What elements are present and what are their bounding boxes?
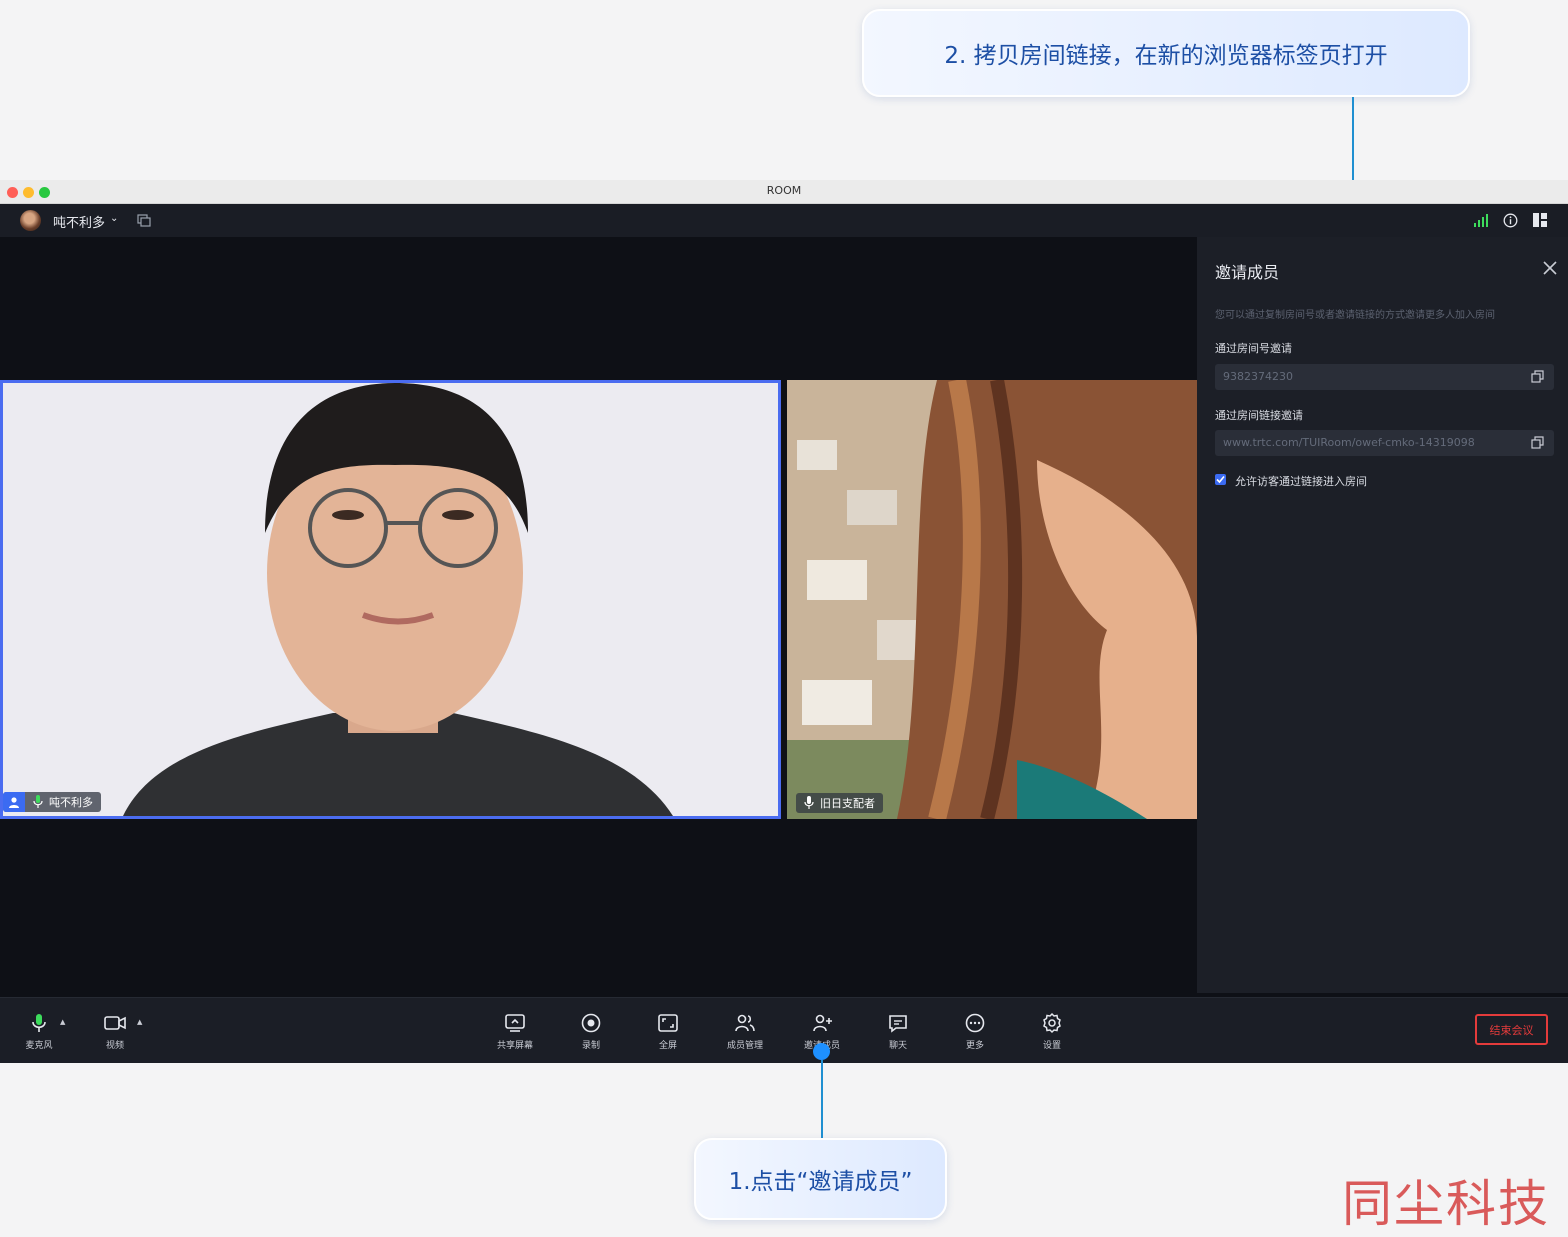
video-camera-icon [104,1016,126,1030]
room-id-field[interactable]: 9382374230 [1215,364,1554,390]
participant-video-man [3,383,778,816]
meeting-toolbar: 麦克风 ▲ 视频 ▲ 共享屏幕 录制 全屏 成员管理 聊天 更多 设置 结束会议 [0,997,1568,1063]
room-link-label: 通过房间链接邀请 [1215,409,1303,422]
info-icon[interactable] [1503,213,1518,228]
room-header: 吨不利多 ⌄ [0,204,1568,237]
avatar[interactable] [20,210,41,231]
copy-icon[interactable] [1531,436,1544,449]
record-label: 录制 [581,1041,600,1051]
gear-icon [1043,1012,1061,1034]
room-app-window: ROOM 吨不利多 ⌄ 吨不利多 旧日支配者 邀请成员 您可以通过复制房间号或者… [0,180,1568,1063]
add-user-icon [813,1014,832,1032]
allow-guest-label: 允许访客通过链接进入房间 [1235,475,1367,488]
end-meeting-button[interactable]: 结束会议 [1475,1014,1548,1045]
more-icon [965,1013,985,1033]
member-management-button[interactable]: 成员管理 [715,1012,775,1051]
member-management-label: 成员管理 [726,1041,763,1051]
invite-description: 您可以通过复制房间号或者邀请链接的方式邀请更多人加入房间 [1215,310,1495,321]
fullscreen-icon [658,1014,678,1032]
members-icon [735,1014,755,1032]
microphone-icon [32,1014,46,1032]
video-button[interactable]: 视频 [85,1012,145,1051]
instruction-callout-copy-link: 2. 拷贝房间链接，在新的浏览器标签页打开 [862,9,1470,97]
settings-label: 设置 [1042,1041,1061,1051]
room-id-value: 9382374230 [1223,370,1293,383]
fullscreen-label: 全屏 [658,1041,677,1051]
video-options-caret[interactable]: ▲ [137,1018,142,1026]
share-screen-icon [505,1014,525,1032]
chat-label: 聊天 [888,1041,907,1051]
window-title: ROOM [766,184,802,197]
video-stage: 吨不利多 旧日支配者 [0,237,1197,997]
chat-icon [889,1015,907,1033]
allow-guest-checkbox[interactable] [1215,474,1226,485]
user-name-menu[interactable]: 吨不利多 [53,212,105,231]
callout-text: 2. 拷贝房间链接，在新的浏览器标签页打开 [944,43,1388,69]
room-link-value: www.trtc.com/TUIRoom/owef-cmko-14319098 [1223,436,1475,449]
participant-name-badge: 吨不利多 [3,792,101,812]
layout-icon[interactable] [1533,213,1547,227]
more-label: 更多 [965,1041,984,1051]
record-button[interactable]: 录制 [561,1012,621,1051]
user-icon [3,792,25,812]
video-label: 视频 [105,1041,124,1051]
network-signal-icon [1474,214,1488,227]
participant-name-badge: 旧日支配者 [796,793,883,813]
video-tile-local[interactable]: 吨不利多 [0,380,781,819]
chat-button[interactable]: 聊天 [868,1012,928,1051]
video-tile-remote[interactable]: 旧日支配者 [787,380,1197,819]
panel-title: 邀请成员 [1215,263,1280,282]
invite-members-panel: 邀请成员 您可以通过复制房间号或者邀请链接的方式邀请更多人加入房间 通过房间号邀… [1197,237,1568,993]
room-link-field[interactable]: www.trtc.com/TUIRoom/owef-cmko-14319098 [1215,430,1554,456]
checkmark-icon [1216,475,1225,484]
room-info-icon[interactable] [137,214,151,227]
microphone-on-icon [29,794,47,810]
callout-text: 1.点击“邀请成员” [728,1169,913,1195]
callout-connector-line [821,1060,823,1138]
callout-pointer-dot [813,1043,830,1060]
watermark-text: 同尘科技 [1342,1175,1550,1233]
participant-name: 旧日支配者 [820,797,875,810]
share-screen-button[interactable]: 共享屏幕 [485,1012,545,1051]
fullscreen-button[interactable]: 全屏 [638,1012,698,1051]
chevron-down-icon[interactable]: ⌄ [110,213,118,224]
close-icon[interactable] [1543,261,1557,275]
record-icon [581,1013,601,1033]
window-titlebar: ROOM [0,180,1568,204]
participant-name: 吨不利多 [49,796,93,809]
room-id-label: 通过房间号邀请 [1215,342,1292,355]
microphone-label: 麦克风 [25,1041,53,1051]
instruction-callout-invite: 1.点击“邀请成员” [694,1138,947,1220]
copy-icon[interactable] [1531,370,1544,383]
settings-button[interactable]: 设置 [1022,1012,1082,1051]
participant-video-woman [787,380,1197,819]
share-screen-label: 共享屏幕 [496,1041,533,1051]
microphone-icon [800,795,818,811]
microphone-options-caret[interactable]: ▲ [60,1018,65,1026]
more-button[interactable]: 更多 [945,1012,1005,1051]
